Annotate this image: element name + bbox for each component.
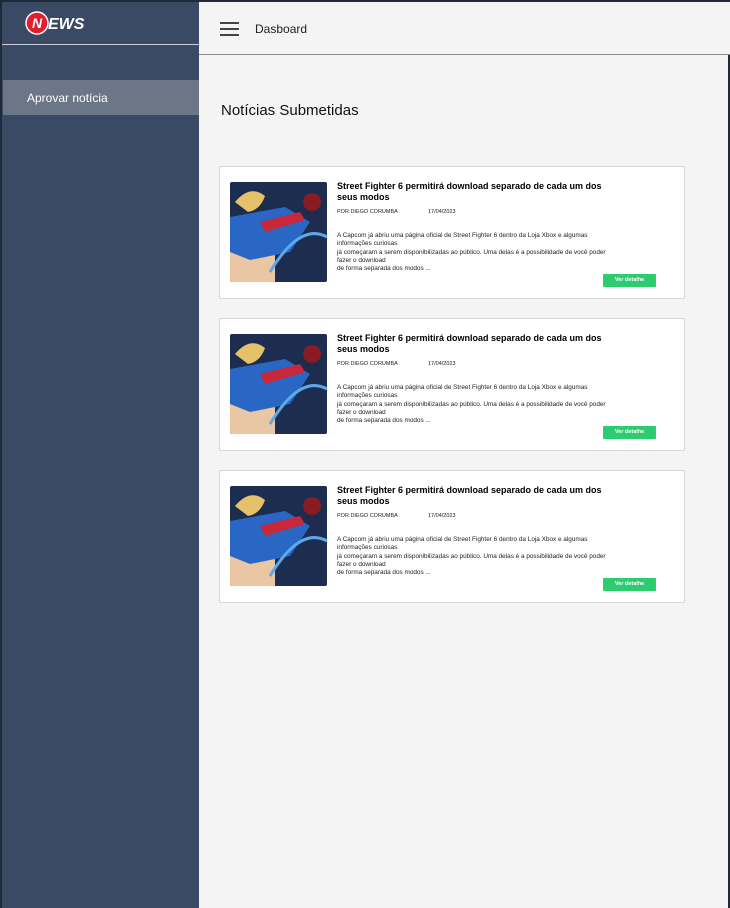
article-thumbnail — [230, 334, 327, 434]
news-logo-icon: N EWS — [25, 11, 85, 35]
article-author: POR DIEGO CORUMBA — [337, 513, 398, 519]
article-title[interactable]: Street Fighter 6 permitirá download sepa… — [337, 181, 622, 203]
header-title: Dasboard — [255, 22, 308, 36]
logo[interactable]: N EWS — [2, 2, 199, 45]
article-date: 17/04/2023 — [428, 361, 456, 367]
ver-detalhe-button[interactable]: Ver detalhe — [603, 578, 656, 591]
ver-detalhe-button[interactable]: Ver detalhe — [603, 274, 656, 287]
article-author: POR DIEGO CORUMBA — [337, 209, 398, 215]
article-card: Street Fighter 6 permitirá download sepa… — [219, 470, 685, 603]
article-card: Street Fighter 6 permitirá download sepa… — [219, 318, 685, 451]
app-window: N EWS Aprovar notícia Dasboard Notícias … — [0, 0, 730, 908]
article-card: Street Fighter 6 permitirá download sepa… — [219, 166, 685, 299]
article-title[interactable]: Street Fighter 6 permitirá download sepa… — [337, 333, 622, 355]
ver-detalhe-button[interactable]: Ver detalhe — [603, 426, 656, 439]
page-title: Notícias Submetidas — [221, 102, 359, 119]
sidebar-item-aprovar-noticia[interactable]: Aprovar notícia — [3, 80, 199, 115]
article-date: 17/04/2023 — [428, 513, 456, 519]
svg-text:EWS: EWS — [48, 16, 85, 33]
article-author: POR DIEGO CORUMBA — [337, 361, 398, 367]
article-title[interactable]: Street Fighter 6 permitirá download sepa… — [337, 485, 622, 507]
article-thumbnail — [230, 486, 327, 586]
sidebar: N EWS Aprovar notícia — [2, 2, 199, 908]
article-date: 17/04/2023 — [428, 209, 456, 215]
top-header: Dasboard — [199, 2, 730, 55]
article-thumbnail — [230, 182, 327, 282]
svg-text:N: N — [32, 15, 43, 31]
article-excerpt: A Capcom já abriu uma página oficial de … — [337, 536, 606, 577]
article-excerpt: A Capcom já abriu uma página oficial de … — [337, 384, 606, 425]
hamburger-menu-icon[interactable] — [220, 22, 239, 36]
article-excerpt: A Capcom já abriu uma página oficial de … — [337, 232, 606, 273]
